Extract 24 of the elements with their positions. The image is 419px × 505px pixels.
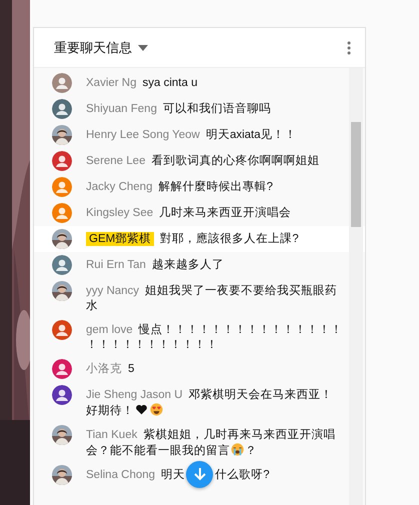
chat-message: yyy Nancy 姐姐我哭了一夜要不要给我买瓶眼药水 <box>86 283 338 314</box>
chat-message: Rui Ern Tan 越来越多人了 <box>86 258 224 273</box>
chat-message: GEM鄧紫棋 對耶，應該很多人在上課? <box>86 229 299 247</box>
caret-icon[interactable] <box>138 44 148 50</box>
chat-message: Selina Chong 明天 什么歌呀? <box>86 465 270 483</box>
scroll-down-button[interactable] <box>186 460 214 488</box>
more-icon[interactable] <box>347 40 351 54</box>
chat-message: gem love 慢点！！！！！！！！！！！！！！！！！！！！！！！！！！ <box>86 322 343 353</box>
scrollbar[interactable] <box>349 68 363 505</box>
chat-title: 重要聊天信息 <box>54 38 132 56</box>
crying-emoji-icon <box>231 443 244 456</box>
chat-message: Kingsley See 几时来马来西亚开演唱会 <box>86 205 292 221</box>
scrollbar-thumb[interactable] <box>351 122 361 227</box>
heart-eyes-emoji-icon <box>150 403 163 416</box>
down-arrow-icon <box>192 467 207 482</box>
chat-message: Jacky Cheng 解解什麼時候出專輯? <box>86 180 273 195</box>
heart-icon <box>135 403 148 416</box>
chat-message: Shiyuan Feng 可以和我们语音聊吗 <box>86 101 271 117</box>
chat-message: Henry Lee Song Yeow 明天axiata见！！ <box>86 128 296 143</box>
chat-message: Tian Kuek 紫棋姐姐，几时再来马来西亚开演唱会？能不能看一眼我的留言 ？ <box>86 427 336 459</box>
chat-message: Serene Lee 看到歌词真的心疼你啊啊啊姐姐 <box>86 153 320 169</box>
chat-message: 小洛克 5 <box>86 362 134 377</box>
chat-message: Xavier Ng sya cinta u <box>86 76 198 91</box>
chat-message: Jie Sheng Jason U 邓紫棋明天会在马来西亚！好期待！ <box>86 388 334 419</box>
